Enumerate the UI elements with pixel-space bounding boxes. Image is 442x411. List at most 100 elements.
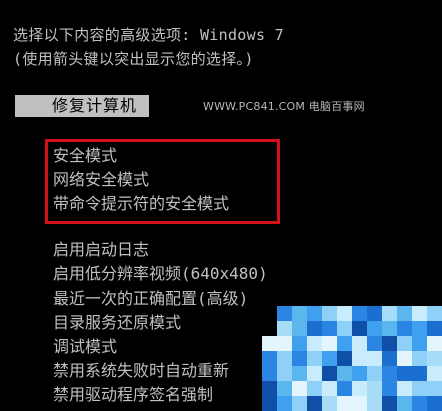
mosaic-tile (307, 351, 322, 366)
mosaic-tile (307, 366, 322, 381)
option-disable-driver-signature-enforcement[interactable]: 禁用驱动程序签名强制 (53, 385, 213, 405)
mosaic-tile (352, 396, 367, 411)
mosaic-tile (277, 396, 292, 411)
mosaic-tile (427, 396, 442, 411)
mosaic-tile (367, 396, 382, 411)
mosaic-tile (352, 321, 367, 336)
mosaic-tile (412, 336, 427, 351)
mosaic-tile (277, 336, 292, 351)
mosaic-tile (412, 321, 427, 336)
mosaic-tile (397, 336, 412, 351)
mosaic-tile (262, 321, 277, 336)
mosaic-tile (307, 336, 322, 351)
mosaic-tile (337, 366, 352, 381)
site-watermark: WWW.PC841.COM 电脑百事网 (203, 100, 365, 113)
option-last-known-good-configuration[interactable]: 最近一次的正确配置(高级) (53, 289, 248, 309)
option-safe-mode-networking[interactable]: 网络安全模式 (53, 170, 149, 190)
mosaic-tile (352, 366, 367, 381)
mosaic-tile (427, 351, 442, 366)
mosaic-tile (262, 336, 277, 351)
advanced-boot-options-screen: 选择以下内容的高级选项: Windows 7 (使用箭头键以突出显示您的选择。)… (0, 0, 442, 411)
mosaic-tile (352, 351, 367, 366)
mosaic-tile (397, 351, 412, 366)
mosaic-tile (262, 396, 277, 411)
mosaic-tile (367, 366, 382, 381)
option-disable-auto-restart[interactable]: 禁用系统失败时自动重新 (53, 361, 229, 381)
mosaic-tile (367, 336, 382, 351)
mosaic-tile (382, 351, 397, 366)
mosaic-tile (322, 336, 337, 351)
mosaic-tile (427, 381, 442, 396)
mosaic-tile (277, 351, 292, 366)
mosaic-tile (397, 306, 412, 321)
mosaic-tile (322, 381, 337, 396)
mosaic-tile (307, 396, 322, 411)
mosaic-tile (397, 396, 412, 411)
mosaic-tile (307, 321, 322, 336)
mosaic-tile (397, 321, 412, 336)
mosaic-tile (367, 351, 382, 366)
mosaic-tile (397, 366, 412, 381)
mosaic-tile (427, 306, 442, 321)
mosaic-tile (307, 306, 322, 321)
mosaic-tile (367, 321, 382, 336)
mosaic-tile (337, 306, 352, 321)
mosaic-tile (427, 321, 442, 336)
mosaic-tile (397, 381, 412, 396)
mosaic-tile (292, 381, 307, 396)
watermark-logo-mosaic (262, 306, 442, 411)
repair-computer-option[interactable]: 修复计算机 (15, 95, 149, 117)
mosaic-tile (367, 306, 382, 321)
mosaic-tile (382, 396, 397, 411)
option-safe-mode-command-prompt[interactable]: 带命令提示符的安全模式 (53, 194, 229, 214)
mosaic-tile (307, 381, 322, 396)
mosaic-tile (382, 306, 397, 321)
mosaic-tile (262, 366, 277, 381)
mosaic-tile (427, 366, 442, 381)
mosaic-tile (322, 321, 337, 336)
mosaic-tile (412, 366, 427, 381)
mosaic-tile (337, 396, 352, 411)
mosaic-tile (367, 381, 382, 396)
mosaic-tile (322, 351, 337, 366)
mosaic-tile (382, 366, 397, 381)
mosaic-tile (277, 381, 292, 396)
mosaic-tile (337, 381, 352, 396)
mosaic-tile (322, 396, 337, 411)
mosaic-tile (352, 381, 367, 396)
mosaic-tile (382, 336, 397, 351)
mosaic-tile (382, 321, 397, 336)
mosaic-tile (427, 336, 442, 351)
mosaic-tile (262, 351, 277, 366)
mosaic-tile (412, 306, 427, 321)
option-low-resolution-video[interactable]: 启用低分辨率视频(640x480) (53, 264, 268, 284)
mosaic-tile (262, 306, 277, 321)
option-directory-services-restore-mode[interactable]: 目录服务还原模式 (53, 313, 181, 333)
mosaic-tile (352, 336, 367, 351)
mosaic-tile (337, 336, 352, 351)
mosaic-tile (412, 351, 427, 366)
option-debugging-mode[interactable]: 调试模式 (53, 337, 117, 357)
mosaic-tile (292, 321, 307, 336)
mosaic-tile (352, 306, 367, 321)
mosaic-tile (292, 366, 307, 381)
mosaic-tile (292, 336, 307, 351)
mosaic-tile (277, 321, 292, 336)
mosaic-tile (337, 351, 352, 366)
header-title: 选择以下内容的高级选项: Windows 7 (13, 26, 284, 44)
mosaic-tile (337, 321, 352, 336)
mosaic-tile (412, 396, 427, 411)
mosaic-tile (262, 381, 277, 396)
mosaic-tile (277, 366, 292, 381)
header-instructions: (使用箭头键以突出显示您的选择。) (13, 50, 254, 68)
option-boot-logging[interactable]: 启用启动日志 (53, 240, 149, 260)
mosaic-tile (412, 381, 427, 396)
mosaic-tile (322, 366, 337, 381)
mosaic-tile (382, 381, 397, 396)
mosaic-tile (322, 306, 337, 321)
mosaic-tile (292, 306, 307, 321)
mosaic-tile (277, 306, 292, 321)
option-safe-mode[interactable]: 安全模式 (53, 146, 117, 166)
mosaic-tile (292, 351, 307, 366)
mosaic-tile (292, 396, 307, 411)
